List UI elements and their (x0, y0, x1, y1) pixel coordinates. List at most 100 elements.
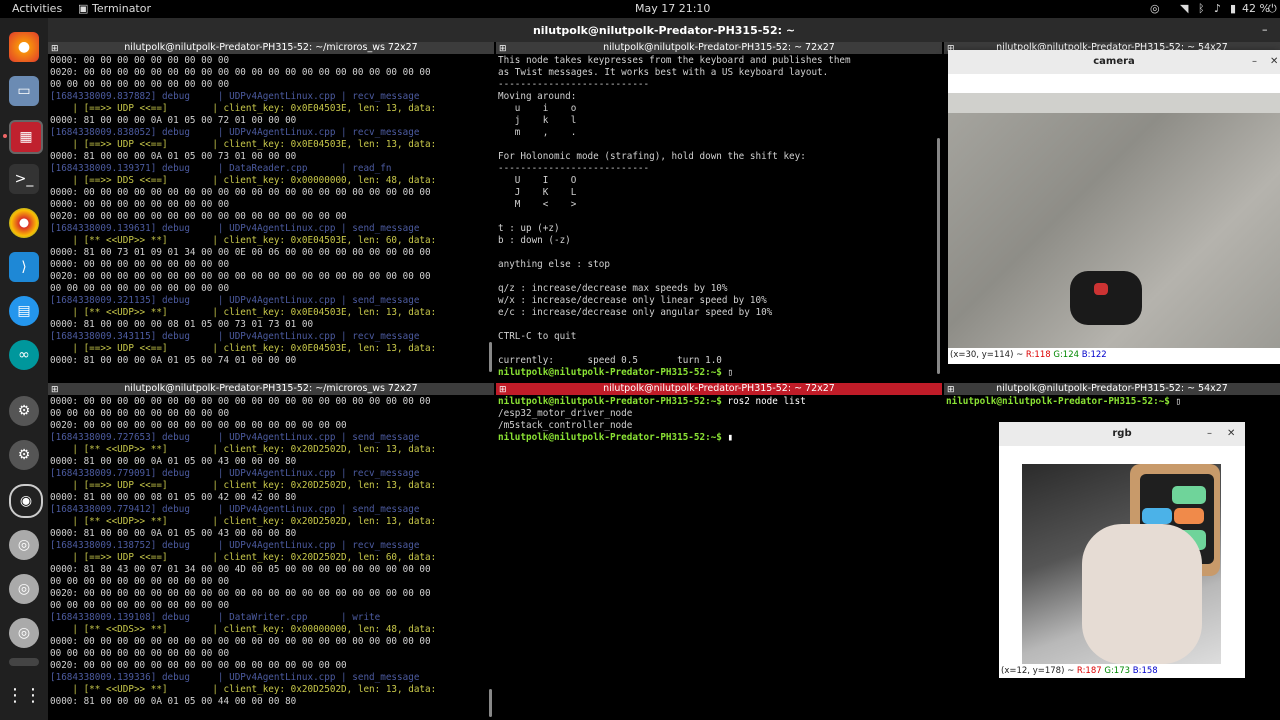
robot-car (1070, 271, 1142, 325)
terminal-pane-ros2-active[interactable]: ⊞ nilutpolk@nilutpolk-Predator-PH315-52: … (496, 383, 942, 720)
terminal-line: 0000: 81 00 00 00 0A 01 05 00 44 00 00 0… (50, 696, 297, 707)
robot-light (1094, 283, 1108, 295)
terminal-line: | [==>> DDS <<==] | client_key: 0x000000… (50, 175, 437, 186)
terminal-line: 0020: 00 00 00 00 00 00 00 00 00 00 00 0… (50, 67, 431, 78)
pane-titlebar[interactable]: ⊞ nilutpolk@nilutpolk-Predator-PH315-52: … (48, 42, 494, 54)
terminator-window-titlebar[interactable]: nilutpolk@nilutpolk-Predator-PH315-52: ~… (48, 18, 1280, 42)
rgb-feed-image (1022, 464, 1221, 664)
terminal-line: [1684338009.138752] debug | UDPv4AgentLi… (50, 540, 420, 551)
camera-feed-image (948, 93, 1280, 348)
pane-titlebar[interactable]: ⊞ nilutpolk@nilutpolk-Predator-PH315-52: … (944, 383, 1280, 395)
status-blue: B:158 (1132, 666, 1158, 676)
terminal-line: 0000: 00 00 00 00 00 00 00 00 00 (50, 259, 230, 270)
disk-icon-2[interactable]: ◎ (9, 574, 39, 604)
pane-titlebar[interactable]: ⊞ nilutpolk@nilutpolk-Predator-PH315-52: … (48, 383, 494, 395)
close-icon[interactable]: ✕ (1227, 428, 1235, 439)
minimize-icon[interactable]: – (1207, 428, 1212, 439)
terminal-line: [1684338009.139631] debug | UDPv4AgentLi… (50, 223, 420, 234)
terminator-icon[interactable]: ▦ (9, 120, 43, 154)
terminal-line: | [** <<UDP>> **] | client_key: 0x20D250… (50, 684, 437, 695)
terminal-line: | [** <<UDP>> **] | client_key: 0x0E0450… (50, 307, 437, 318)
terminal-line: U I O (498, 175, 577, 186)
terminal-line: 0020: 00 00 00 00 00 00 00 00 00 00 00 0… (50, 420, 347, 431)
pane-titlebar[interactable]: ⊞ nilutpolk@nilutpolk-Predator-PH315-52: … (496, 42, 942, 54)
terminal-line: 0000: 81 00 00 00 0A 01 05 00 73 01 00 0… (50, 151, 297, 162)
status-green: G:124 (1053, 350, 1080, 360)
terminal-line: [1684338009.139108] debug | DataWriter.c… (50, 612, 381, 623)
grid-icon: ⊞ (51, 385, 59, 395)
firefox-icon[interactable]: ● (9, 32, 39, 62)
show-apps-icon[interactable]: ⋮⋮ (6, 680, 42, 710)
grid-icon: ⊞ (51, 44, 59, 54)
terminal-line: | [** <<UDP>> **] | client_key: 0x20D250… (50, 516, 437, 527)
terminal-line: [1684338009.343115] debug | UDPv4AgentLi… (50, 331, 420, 342)
terminal-line: | [==>> UDP <<==] | client_key: 0x20D250… (50, 480, 437, 491)
terminal-line: [1684338009.779091] debug | UDPv4AgentLi… (50, 468, 420, 479)
terminal-line: [1684338009.837882] debug | UDPv4AgentLi… (50, 91, 420, 102)
disk-icon-3[interactable]: ◎ (9, 618, 39, 648)
scrollbar[interactable] (489, 342, 492, 372)
vscode-icon[interactable]: ⟩ (9, 252, 39, 282)
status-position: (x=12, y=178) ~ (1001, 666, 1077, 676)
chrome-icon[interactable] (9, 208, 39, 238)
rgb-window[interactable]: rgb – ✕ (x=12, y=178) ~ R:187 G:173 B:15… (999, 422, 1245, 678)
terminal-line: | [** <<UDP>> **] | client_key: 0x0E0450… (50, 235, 437, 246)
terminal-line: 0000: 00 00 00 00 00 00 00 00 00 (50, 199, 230, 210)
terminal-line: 00 00 00 00 00 00 00 00 00 00 00 (50, 408, 230, 419)
terminal-line: e/c : increase/decrease only angular spe… (498, 307, 773, 318)
terminal-pane-microros-top[interactable]: ⊞ nilutpolk@nilutpolk-Predator-PH315-52: … (48, 42, 494, 382)
activities-button[interactable]: Activities (12, 2, 62, 15)
terminal-output: 0000: 00 00 00 00 00 00 00 00 00 0020: 00… (50, 55, 486, 367)
terminal-output: 0000: 00 00 00 00 00 00 00 00 00 00 00 0… (50, 396, 486, 708)
files-icon[interactable]: ▭ (9, 76, 39, 106)
obs-icon[interactable]: ◉ (9, 484, 43, 518)
trash-icon[interactable] (9, 658, 39, 666)
shell-prompt: nilutpolk@nilutpolk-Predator-PH315-52:~$ (498, 396, 722, 407)
settings-icon[interactable]: ⚙ (9, 396, 39, 426)
node-list-item: /m5stack_controller_node (498, 420, 633, 431)
terminal-line: w/x : increase/decrease only linear spee… (498, 295, 767, 306)
status-red: R:187 (1076, 666, 1102, 676)
disk-icon[interactable]: ◎ (9, 530, 39, 560)
terminal-line: 00 00 00 00 00 00 00 00 00 00 00 (50, 648, 230, 659)
close-icon[interactable]: ✕ (1270, 56, 1278, 67)
minimize-icon[interactable]: – (1262, 23, 1268, 36)
bluetooth-icon: ᛒ (1198, 2, 1205, 15)
hand (1082, 524, 1202, 664)
settings-icon-2[interactable]: ⚙ (9, 440, 39, 470)
terminal-line: 00 00 00 00 00 00 00 00 00 00 00 (50, 283, 230, 294)
shell-prompt: nilutpolk@nilutpolk-Predator-PH315-52:~$ (946, 396, 1170, 407)
scrollbar[interactable] (489, 689, 492, 717)
terminal-line: This node takes keypresses from the keyb… (498, 55, 851, 66)
scrollbar[interactable] (937, 138, 940, 374)
docker-icon[interactable]: ▤ (9, 296, 39, 326)
camera-status-bar: (x=30, y=114) ~ R:118 G:124 B:122 (950, 350, 1107, 360)
camera-window[interactable]: camera – ✕ (x=30, y=114) ~ R:118 G:124 B… (948, 50, 1280, 364)
terminal-line: | [==>> UDP <<==] | client_key: 0x0E0450… (50, 139, 437, 150)
terminal-line: t : up (+z) (498, 223, 560, 234)
system-menu-icon[interactable]: ⏻ (1268, 2, 1277, 16)
pane-title: nilutpolk@nilutpolk-Predator-PH315-52: ~… (124, 383, 418, 394)
pane-titlebar-active[interactable]: ⊞ nilutpolk@nilutpolk-Predator-PH315-52: … (496, 383, 942, 395)
terminal-output: This node takes keypresses from the keyb… (498, 55, 934, 367)
terminal-line: [1684338009.139336] debug | UDPv4AgentLi… (50, 672, 420, 683)
grid-icon: ⊞ (947, 385, 955, 395)
terminal-icon[interactable]: >_ (9, 164, 39, 194)
shell-prompt: nilutpolk@nilutpolk-Predator-PH315-52:~$ (498, 367, 722, 378)
terminal-line: b : down (-z) (498, 235, 571, 246)
clock[interactable]: May 17 21:10 (635, 2, 710, 15)
app-menu-label[interactable]: Terminator (92, 2, 151, 15)
terminal-line: 0020: 00 00 00 00 00 00 00 00 00 00 00 0… (50, 588, 431, 599)
arduino-icon[interactable]: ∞ (9, 340, 39, 370)
terminal-line: q/z : increase/decrease max speeds by 10… (498, 283, 728, 294)
terminal-line: j k l (498, 115, 577, 126)
camera-titlebar[interactable]: camera (948, 50, 1280, 74)
status-green: G:173 (1104, 666, 1131, 676)
minimize-icon[interactable]: – (1252, 56, 1257, 67)
terminal-line: --------------------------- (498, 79, 650, 90)
terminal-pane-microros-bottom[interactable]: ⊞ nilutpolk@nilutpolk-Predator-PH315-52: … (48, 383, 494, 720)
terminal-line: 00 00 00 00 00 00 00 00 00 00 00 (50, 576, 230, 587)
terminal-pane-teleop[interactable]: ⊞ nilutpolk@nilutpolk-Predator-PH315-52: … (496, 42, 942, 382)
terminal-line: 0000: 81 00 00 00 0A 01 05 00 72 01 00 0… (50, 115, 297, 126)
